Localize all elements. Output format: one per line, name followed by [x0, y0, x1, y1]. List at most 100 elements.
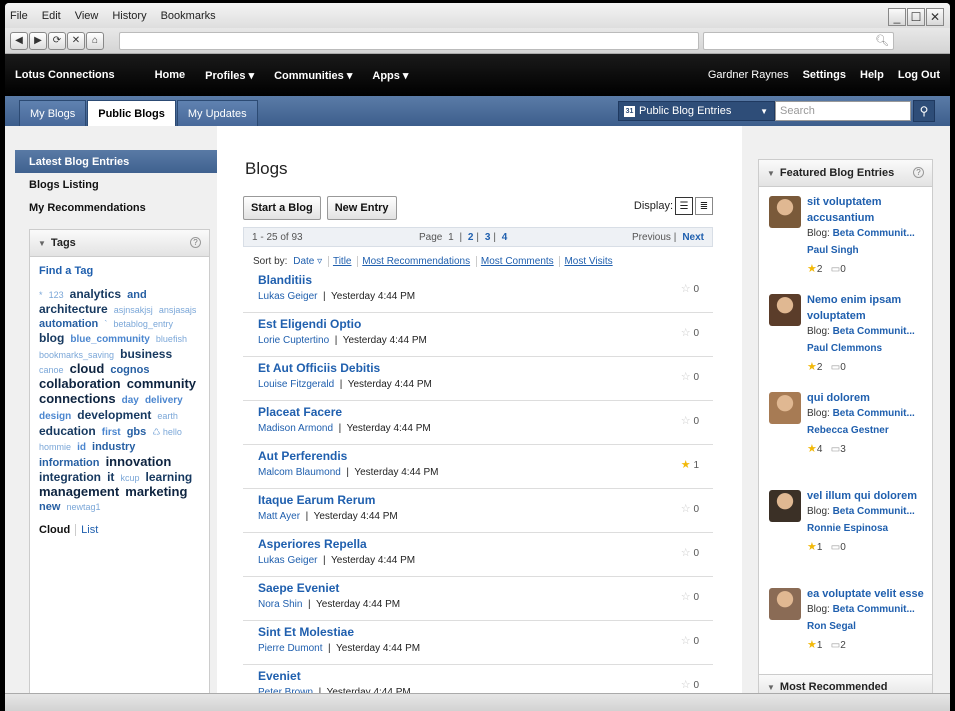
- help-icon[interactable]: ?: [913, 167, 924, 178]
- tag-link[interactable]: automation: [39, 318, 98, 330]
- entry-title[interactable]: Est Eligendi Optio: [258, 313, 713, 331]
- tag-link[interactable]: id: [77, 442, 86, 453]
- list-view-icon[interactable]: ☰: [675, 197, 693, 215]
- home-icon[interactable]: ⌂: [86, 31, 104, 50]
- entry-title[interactable]: Et Aut Officiis Debitis: [258, 357, 713, 375]
- entry-author[interactable]: Lukas Geiger: [258, 555, 317, 566]
- entry-title[interactable]: Saepe Eveniet: [258, 577, 713, 595]
- close-icon[interactable]: ✕: [926, 8, 944, 26]
- tag-link[interactable]: learning: [146, 470, 193, 484]
- featured-blog-link[interactable]: Beta Communit...: [833, 506, 915, 517]
- featured-entry-author[interactable]: Rebecca Gestner: [807, 425, 932, 436]
- tag-link[interactable]: first: [102, 427, 121, 438]
- entry-title[interactable]: Itaque Earum Rerum: [258, 489, 713, 507]
- recommend-count[interactable]: ☆ 0: [681, 546, 699, 559]
- search-button[interactable]: ⚲: [913, 100, 935, 122]
- next-link[interactable]: Next: [682, 232, 704, 243]
- page-4-link[interactable]: 4: [502, 232, 508, 243]
- tag-link[interactable]: new: [39, 501, 60, 513]
- tag-link[interactable]: and: [127, 289, 147, 301]
- entry-author[interactable]: Lorie Cuptertino: [258, 335, 329, 346]
- recommend-count[interactable]: ☆ 0: [681, 678, 699, 691]
- recommend-count[interactable]: ☆ 0: [681, 502, 699, 515]
- forward-icon[interactable]: ▶: [29, 31, 47, 50]
- tag-link[interactable]: blog: [39, 331, 64, 345]
- tag-link[interactable]: `: [104, 319, 107, 329]
- tag-link[interactable]: blue_community: [70, 334, 149, 345]
- tag-link[interactable]: education: [39, 424, 96, 438]
- featured-entry-author[interactable]: Ron Segal: [807, 621, 932, 632]
- tag-link[interactable]: asjnsakjsj: [114, 305, 153, 315]
- minimize-icon[interactable]: _: [888, 8, 906, 26]
- entry-author[interactable]: Matt Ayer: [258, 511, 300, 522]
- tag-link[interactable]: cognos: [110, 364, 149, 376]
- tag-link[interactable]: cloud: [70, 361, 105, 376]
- entry-author[interactable]: Pierre Dumont: [258, 643, 322, 654]
- entry-author[interactable]: Lukas Geiger: [258, 291, 317, 302]
- tag-link[interactable]: industry: [92, 441, 135, 453]
- avatar[interactable]: [769, 196, 801, 228]
- recommend-count[interactable]: ☆ 0: [681, 414, 699, 427]
- tag-link[interactable]: 123: [49, 290, 64, 300]
- logout-link[interactable]: Log Out: [898, 69, 940, 81]
- tag-link[interactable]: connections: [39, 391, 116, 406]
- featured-blog-link[interactable]: Beta Communit...: [833, 604, 915, 615]
- cloud-view[interactable]: Cloud: [39, 524, 70, 536]
- featured-entry-author[interactable]: Ronnie Espinosa: [807, 523, 932, 534]
- url-bar[interactable]: [119, 31, 699, 50]
- sort-most-recommendations[interactable]: Most Recommendations: [357, 256, 471, 267]
- tag-link[interactable]: community: [127, 376, 196, 391]
- entry-title[interactable]: Blanditiis: [258, 269, 713, 287]
- menu-edit[interactable]: Edit: [42, 10, 61, 22]
- help-icon[interactable]: ?: [190, 237, 201, 248]
- tag-link[interactable]: collaboration: [39, 376, 121, 391]
- tag-link[interactable]: business: [120, 347, 172, 361]
- tag-link[interactable]: hommie: [39, 442, 71, 452]
- tab-my-updates[interactable]: My Updates: [176, 100, 258, 126]
- recommend-count[interactable]: ☆ 0: [681, 370, 699, 383]
- featured-entry-title[interactable]: Nemo enim ipsam voluptatem: [807, 292, 932, 324]
- tag-link[interactable]: canoe: [39, 365, 64, 375]
- featured-blog-link[interactable]: Beta Communit...: [833, 408, 915, 419]
- featured-entry-title[interactable]: qui dolorem: [807, 390, 932, 406]
- summary-view-icon[interactable]: ≣: [695, 197, 713, 215]
- entry-title[interactable]: Placeat Facere: [258, 401, 713, 419]
- tag-link[interactable]: day: [122, 395, 139, 406]
- recommend-count[interactable]: ☆ 0: [681, 634, 699, 647]
- entry-title[interactable]: Asperiores Repella: [258, 533, 713, 551]
- tab-public-blogs[interactable]: Public Blogs: [87, 100, 176, 126]
- nav-apps[interactable]: Apps ▾: [372, 69, 408, 82]
- page-2-link[interactable]: 2: [468, 232, 474, 243]
- tag-link[interactable]: information: [39, 457, 100, 469]
- nav-home[interactable]: Home: [155, 69, 186, 81]
- featured-blog-link[interactable]: Beta Communit...: [833, 326, 915, 337]
- recommend-count[interactable]: ★ 1: [681, 458, 699, 471]
- entry-title[interactable]: Aut Perferendis: [258, 445, 713, 463]
- tag-link[interactable]: ansjasajs: [159, 305, 197, 315]
- new-entry-button[interactable]: New Entry: [326, 196, 397, 220]
- tag-link[interactable]: gbs: [127, 426, 147, 438]
- entry-author[interactable]: Louise Fitzgerald: [258, 379, 334, 390]
- leftnav-my-recommendations[interactable]: My Recommendations: [5, 196, 217, 219]
- tag-link[interactable]: bluefish: [156, 334, 187, 344]
- tag-link[interactable]: kcup: [120, 473, 139, 483]
- tag-link[interactable]: it: [107, 470, 114, 484]
- featured-entry-author[interactable]: Paul Singh: [807, 245, 932, 256]
- tag-link[interactable]: *: [39, 290, 43, 300]
- leftnav-blogs-listing[interactable]: Blogs Listing: [5, 173, 217, 196]
- sort-title[interactable]: Title: [327, 256, 352, 267]
- entry-author[interactable]: Malcom Blaumond: [258, 467, 341, 478]
- reload-icon[interactable]: ⟳: [48, 31, 66, 50]
- search-input[interactable]: Search: [775, 101, 911, 121]
- avatar[interactable]: [769, 588, 801, 620]
- stop-icon[interactable]: ✕: [67, 31, 85, 50]
- tag-link[interactable]: betablog_entry: [113, 319, 173, 329]
- recommend-count[interactable]: ☆ 0: [681, 326, 699, 339]
- featured-entry-title[interactable]: vel illum qui dolorem: [807, 488, 932, 504]
- tag-link[interactable]: newtag1: [66, 502, 100, 512]
- tag-link[interactable]: development: [77, 408, 151, 422]
- tag-link[interactable]: management: [39, 484, 119, 499]
- list-view-link[interactable]: List: [75, 524, 99, 536]
- menu-bookmarks[interactable]: Bookmarks: [161, 10, 216, 22]
- avatar[interactable]: [769, 392, 801, 424]
